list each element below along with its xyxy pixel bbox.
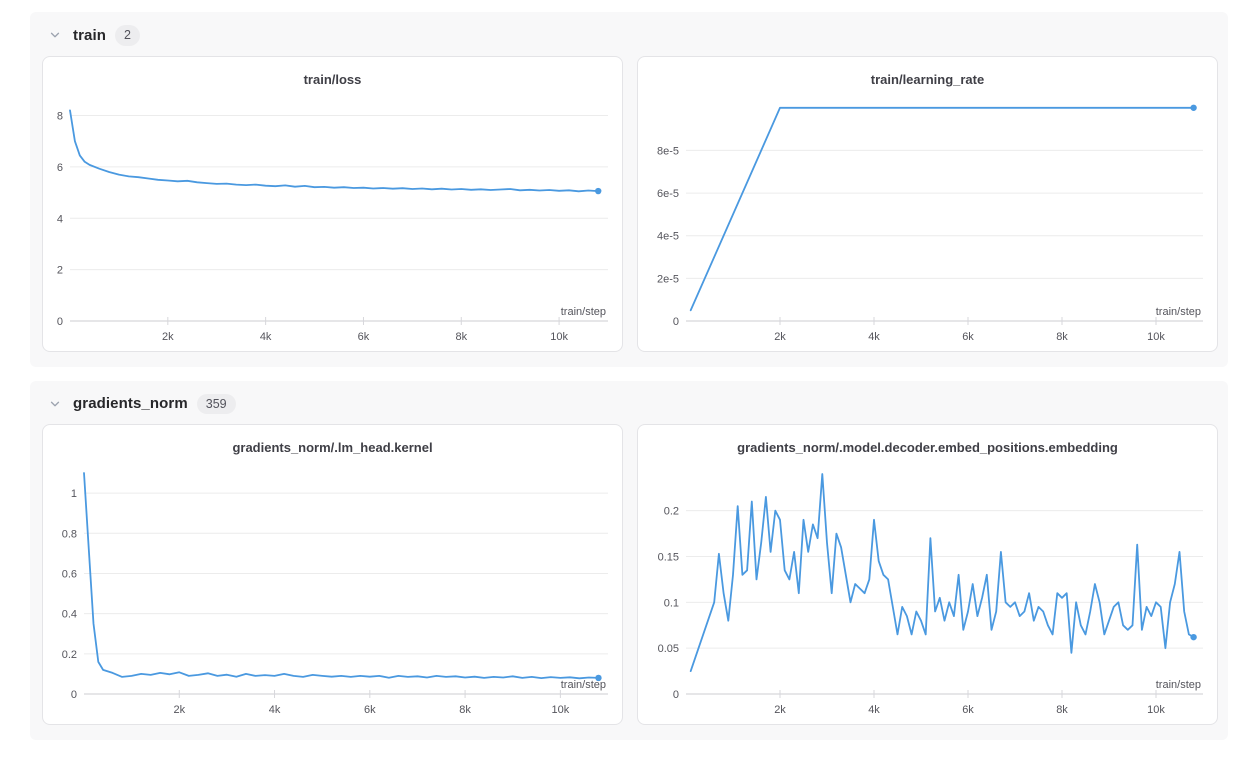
- x-tick-label: 2k: [774, 704, 786, 716]
- y-tick-label: 0.6: [62, 568, 77, 580]
- y-tick-label: 0.8: [62, 528, 77, 540]
- y-tick-label: 4: [57, 213, 63, 225]
- x-tick-label: 6k: [364, 704, 376, 716]
- line-chart-train-learning-rate[interactable]: 0 2e-5 4e-5 6e-5 8e-5 2k 4k 6k 8k 10k train/step: [638, 87, 1217, 351]
- line-chart-train-loss[interactable]: 0 2 4 6 8 2k 4k 6k 8k 10k train/step: [43, 87, 622, 351]
- chart-count-badge-gradients-norm: 359: [197, 394, 236, 415]
- x-tick-label: 10k: [551, 704, 569, 716]
- y-tick-label: 2: [57, 264, 63, 276]
- y-tick-label: 0.4: [62, 609, 77, 621]
- x-tick-label: 4k: [260, 331, 272, 343]
- y-tick-label: 0.05: [658, 643, 679, 655]
- x-tick-label: 6k: [962, 704, 974, 716]
- y-tick-label: 0: [673, 689, 679, 701]
- x-tick-label: 2k: [162, 331, 174, 343]
- group-label-train: train: [73, 27, 106, 44]
- y-tick-label: 0: [71, 689, 77, 701]
- chart-title: train/learning_rate: [638, 72, 1217, 87]
- x-tick-label: 2k: [173, 704, 185, 716]
- x-tick-label: 10k: [1147, 331, 1165, 343]
- y-tick-label: 6: [57, 161, 63, 173]
- x-axis-label: train/step: [561, 306, 606, 318]
- x-tick-label: 10k: [550, 331, 568, 343]
- chevron-down-icon: [48, 28, 62, 42]
- x-tick-label: 8k: [1056, 704, 1068, 716]
- chart-card-embed-positions-embedding: gradients_norm/.model.decoder.embed_posi…: [637, 424, 1218, 725]
- y-tick-label: 1: [71, 488, 77, 500]
- x-tick-label: 10k: [1147, 704, 1165, 716]
- chart-grid-gradients-norm: gradients_norm/.lm_head.kernel 0 0.2 0.4 0.…: [42, 424, 1218, 725]
- x-tick-label: 4k: [269, 704, 281, 716]
- group-label-gradients-norm: gradients_norm: [73, 395, 188, 412]
- series-endpoint-dot: [1190, 104, 1196, 110]
- group-header-gradients-norm: gradients_norm 359: [46, 394, 1218, 415]
- y-tick-label: 8: [57, 110, 63, 122]
- chart-title: gradients_norm/.model.decoder.embed_posi…: [638, 440, 1217, 455]
- y-tick-label: 0: [673, 316, 679, 328]
- x-tick-label: 8k: [455, 331, 467, 343]
- y-tick-label: 0.2: [62, 649, 77, 661]
- series-line: [84, 473, 599, 678]
- chevron-down-icon: [48, 397, 62, 411]
- x-tick-label: 6k: [358, 331, 370, 343]
- x-tick-label: 8k: [1056, 331, 1068, 343]
- y-tick-label: 0: [57, 316, 63, 328]
- y-tick-label: 2e-5: [657, 273, 679, 285]
- series-endpoint-dot: [595, 187, 601, 193]
- series-endpoint-dot: [1190, 634, 1196, 640]
- line-chart-lm-head-kernel[interactable]: 00.20.40.60.812k4k6k8k10ktrain/step: [43, 455, 622, 724]
- chart-title: gradients_norm/.lm_head.kernel: [43, 440, 622, 455]
- chart-card-lm-head-kernel: gradients_norm/.lm_head.kernel 0 0.2 0.4 0.…: [42, 424, 623, 725]
- section-train: train 2 train/loss 024682k4k6k8k10ktrain…: [30, 12, 1228, 367]
- y-tick-label: 6e-5: [657, 188, 679, 200]
- metrics-dashboard: train 2 train/loss 024682k4k6k8k10ktrain…: [0, 0, 1236, 760]
- series-line: [691, 474, 1194, 671]
- x-axis-label: train/step: [1156, 679, 1201, 691]
- series-line: [691, 107, 1194, 309]
- chart-card-train-loss: train/loss 0 2 4 6 8 2k 4k 6k 8k 10k train/step: [42, 56, 623, 352]
- y-tick-label: 0.15: [658, 552, 679, 564]
- x-tick-label: 8k: [459, 704, 471, 716]
- series-line: [70, 110, 598, 191]
- chart-grid-train: train/loss 0 2 4 6 8 2k 4k 6k 8k 10k train/step tr…: [42, 56, 1218, 352]
- chart-count-badge-train: 2: [115, 25, 140, 46]
- x-tick-label: 4k: [868, 704, 880, 716]
- collapse-toggle-gradients-norm[interactable]: [46, 395, 64, 413]
- section-gradients-norm: gradients_norm 359 gradients_norm/.lm_he…: [30, 381, 1228, 741]
- chart-title: train/loss: [43, 72, 622, 87]
- x-tick-label: 2k: [774, 331, 786, 343]
- chart-card-train-learning-rate: train/learning_rate 0 2e-5 4e-5 6e-5 8e-5 2k 4…: [637, 56, 1218, 352]
- y-tick-label: 0.2: [664, 506, 679, 518]
- y-tick-label: 8e-5: [657, 145, 679, 157]
- y-tick-label: 4e-5: [657, 230, 679, 242]
- group-header-train: train 2: [46, 25, 1218, 46]
- y-tick-label: 0.1: [664, 597, 679, 609]
- x-axis-label: train/step: [1156, 306, 1201, 318]
- x-tick-label: 4k: [868, 331, 880, 343]
- collapse-toggle-train[interactable]: [46, 26, 64, 44]
- series-endpoint-dot: [595, 675, 601, 681]
- x-tick-label: 6k: [962, 331, 974, 343]
- line-chart-embed-positions-embedding[interactable]: 0 0.05 0.1 0.15 0.2 2k 4k 6k 8k 10k train/step: [638, 455, 1217, 724]
